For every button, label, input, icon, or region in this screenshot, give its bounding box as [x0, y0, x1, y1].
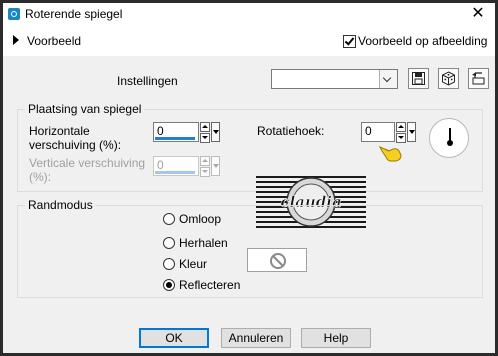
increment-icon	[200, 156, 210, 166]
increment-icon[interactable]	[200, 122, 210, 132]
horizontal-offset-dropdown[interactable]	[211, 122, 220, 142]
dial-needle-icon	[446, 128, 453, 146]
window-title: Roterende spiegel	[25, 7, 123, 21]
pointing-hand-icon	[379, 146, 402, 162]
horizontal-offset-label-line1: Horizontale	[29, 124, 90, 138]
decrement-icon	[200, 167, 210, 177]
horizontal-offset-slider[interactable]	[155, 137, 195, 140]
vertical-offset-updown	[200, 156, 210, 177]
decrement-icon[interactable]	[200, 133, 210, 143]
edge-color-swatch	[247, 248, 307, 272]
preview-on-image-label[interactable]: Voorbeeld op afbeelding	[358, 34, 487, 48]
reset-icon	[472, 72, 485, 85]
rotation-angle-input[interactable]: 0	[361, 122, 395, 142]
expand-preview-icon[interactable]	[13, 35, 19, 45]
close-button[interactable]: ✕	[467, 5, 489, 23]
edge-mode-reflect-label[interactable]: Reflecteren	[179, 278, 240, 292]
chevron-down-icon[interactable]	[379, 70, 397, 88]
rotation-angle-dropdown[interactable]	[407, 122, 416, 142]
rotation-angle-spinner[interactable]: 0	[361, 122, 417, 143]
preview-toggle-label[interactable]: Voorbeeld	[27, 34, 81, 48]
reset-button[interactable]	[468, 68, 489, 89]
edge-mode-color-radio[interactable]	[163, 258, 175, 270]
vertical-offset-slider	[155, 171, 195, 174]
edge-mode-color-label[interactable]: Kleur	[179, 257, 207, 271]
edge-mode-wrap-radio[interactable]	[163, 213, 175, 225]
vertical-offset-dropdown	[211, 156, 220, 176]
horizontal-offset-updown[interactable]	[200, 122, 210, 143]
app-icon	[8, 8, 20, 20]
placement-group-title: Plaatsing van spiegel	[25, 102, 145, 116]
ok-button[interactable]: OK	[139, 328, 209, 348]
horizontal-offset-spinner[interactable]: 0	[153, 122, 223, 143]
presets-label: Instellingen	[117, 74, 178, 88]
edge-mode-group-title: Randmodus	[25, 198, 96, 212]
rotation-angle-updown[interactable]	[396, 122, 406, 143]
randomize-icon	[442, 71, 455, 86]
vertical-offset-label-line2: (%):	[29, 170, 51, 184]
preview-on-image-checkbox[interactable]	[343, 35, 356, 48]
edge-mode-reflect-radio[interactable]	[163, 279, 175, 291]
rotation-dial[interactable]	[429, 118, 469, 158]
dialog-content: Voorbeeld Voorbeeld op afbeelding Instel…	[3, 26, 495, 353]
edge-mode-wrap-label[interactable]: Omloop	[179, 212, 221, 226]
cancel-button[interactable]: Annuleren	[221, 328, 291, 348]
edge-mode-repeat-radio[interactable]	[163, 237, 175, 249]
rotation-angle-label: Rotatiehoek:	[257, 124, 325, 138]
dialog-window: Roterende spiegel ✕ Voorbeeld Voorbeeld …	[0, 0, 498, 356]
help-button[interactable]: Help	[301, 328, 371, 348]
preview-bar: Voorbeeld Voorbeeld op afbeelding	[3, 26, 495, 56]
no-color-icon	[270, 253, 286, 269]
presets-dropdown[interactable]	[271, 69, 398, 89]
increment-icon[interactable]	[396, 122, 406, 132]
save-preset-icon	[412, 72, 425, 85]
randomize-button[interactable]	[438, 68, 459, 89]
title-bar[interactable]: Roterende spiegel ✕	[3, 3, 495, 26]
horizontal-offset-label-line2: verschuiving (%):	[29, 138, 122, 152]
edge-mode-repeat-label[interactable]: Herhalen	[179, 236, 228, 250]
vertical-offset-spinner: 0	[153, 156, 223, 177]
save-preset-button[interactable]	[408, 68, 429, 89]
vertical-offset-label-line1: Verticale verschuiving	[29, 156, 146, 170]
